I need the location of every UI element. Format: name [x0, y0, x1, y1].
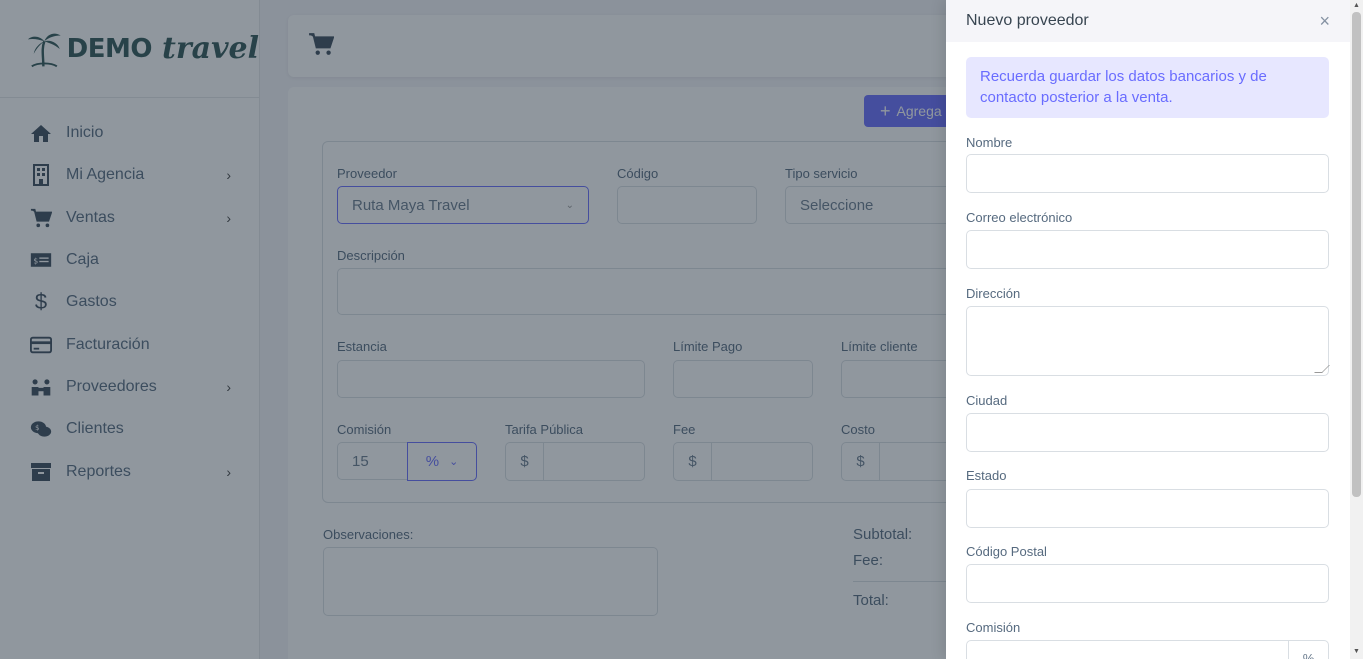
panel-header: Nuevo proveedor × — [946, 0, 1350, 42]
correo-label: Correo electrónico — [966, 210, 1073, 225]
codigo-postal-input[interactable] — [966, 564, 1329, 603]
info-alert: Recuerda guardar los datos bancarios y d… — [966, 57, 1329, 118]
vertical-scrollbar[interactable]: ▲ ▼ — [1350, 0, 1363, 659]
new-provider-panel: Nuevo proveedor × Recuerda guardar los d… — [946, 0, 1350, 659]
correo-input[interactable] — [966, 230, 1329, 269]
resize-handle-icon[interactable] — [1314, 365, 1330, 373]
ciudad-input[interactable] — [966, 413, 1329, 452]
panel-title: Nuevo proveedor — [966, 12, 1089, 29]
scroll-down-icon[interactable]: ▼ — [1353, 648, 1360, 655]
direccion-textarea[interactable] — [966, 306, 1330, 376]
nombre-label: Nombre — [966, 135, 1013, 150]
codigo-postal-label: Código Postal — [966, 544, 1047, 559]
comision-panel-label: Comisión — [966, 620, 1021, 635]
scroll-up-icon[interactable]: ▲ — [1353, 2, 1360, 9]
scrollbar-thumb[interactable] — [1352, 12, 1361, 497]
estado-label: Estado — [966, 468, 1007, 483]
ciudad-label: Ciudad — [966, 393, 1008, 408]
nombre-input[interactable] — [966, 154, 1329, 193]
close-icon[interactable]: × — [1319, 11, 1330, 32]
estado-input[interactable] — [966, 489, 1329, 528]
comision-percent-addon: % — [1288, 640, 1329, 659]
direccion-label: Dirección — [966, 286, 1021, 301]
comision-panel-input[interactable] — [966, 640, 1289, 659]
